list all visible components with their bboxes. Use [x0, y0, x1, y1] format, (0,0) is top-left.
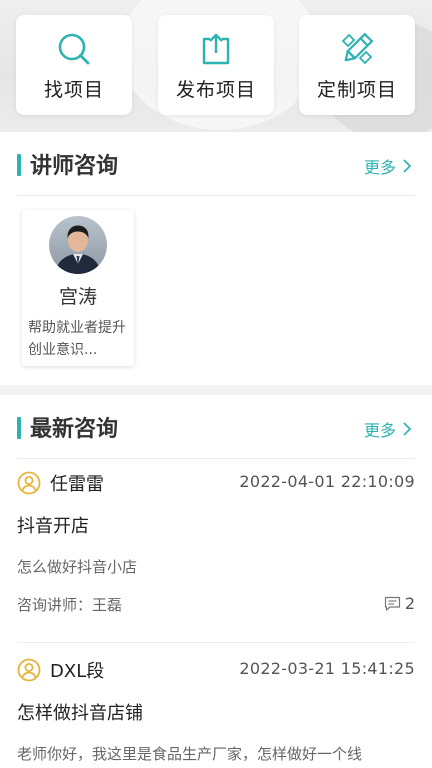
section-divider: [17, 195, 415, 196]
consultation-body: 老师你好，我这里是食品生产厂家，怎样做好一个线: [17, 745, 363, 763]
consultation-body: 怎么做好抖音小店: [17, 558, 138, 576]
lecturer-avatar: [49, 216, 107, 274]
consultation-time: 2022-03-21 15:41:25: [239, 659, 415, 678]
lecturer-section-header: 讲师咨询 更多: [0, 132, 432, 196]
publish-project-button[interactable]: 发布项目: [158, 15, 274, 115]
latest-section-header: 最新咨询 更多: [0, 395, 432, 459]
consultation-user-row: DXL段 2022-03-21 15:41:25: [17, 657, 415, 683]
item-divider: [17, 642, 415, 643]
latest-more-link[interactable]: 更多: [364, 417, 412, 441]
chevron-right-icon: [403, 422, 412, 436]
section-accent-bar: [17, 417, 21, 439]
lecturer-more-label: 更多: [363, 158, 396, 177]
top-banner: 找项目 发布项目 定制项目: [0, 0, 432, 132]
comment-icon: [384, 596, 400, 611]
consultation-lecturer-name: 王磊: [92, 596, 123, 614]
user-icon: [17, 471, 41, 495]
section-accent-bar: [17, 154, 21, 176]
section-gap: [0, 385, 432, 395]
comment-count-value: 2: [404, 594, 415, 613]
find-project-button[interactable]: 找项目: [16, 15, 132, 115]
custom-project-button[interactable]: 定制项目: [299, 15, 415, 115]
lecturer-more-link[interactable]: 更多: [364, 154, 412, 178]
find-project-label: 找项目: [43, 79, 104, 101]
section-divider: [17, 458, 415, 459]
lecturer-section-title: 讲师咨询: [30, 154, 119, 179]
lecturer-card[interactable]: 宫涛 帮助就业者提升创业意识...: [22, 210, 134, 366]
lecturer-name: 宫涛: [58, 286, 97, 308]
publish-project-label: 发布项目: [175, 79, 256, 101]
lecturer-description: 帮助就业者提升创业意识...: [28, 320, 126, 358]
comment-count: 2: [384, 594, 415, 613]
pencil-icon: [341, 32, 374, 65]
consultation-meta: 咨询讲师：王磊 2: [17, 594, 415, 618]
latest-more-label: 更多: [363, 421, 396, 440]
consultation-lecturer-label: 咨询讲师：: [17, 596, 93, 614]
consultation-time: 2022-04-01 22:10:09: [239, 472, 415, 491]
consultation-title: 抖音开店: [17, 516, 89, 537]
search-icon: [58, 33, 90, 65]
consultation-user-name: DXL段: [50, 661, 105, 682]
consultation-title: 怎样做抖音店铺: [17, 703, 143, 724]
custom-project-label: 定制项目: [316, 79, 397, 101]
consultation-item[interactable]: 任雷雷 2022-04-01 22:10:09 抖音开店 怎么做好抖音小店 咨询…: [17, 470, 415, 645]
user-icon: [17, 658, 41, 682]
consultation-user-row: 任雷雷 2022-04-01 22:10:09: [17, 470, 415, 496]
consultation-user-name: 任雷雷: [50, 474, 104, 495]
upload-icon: [202, 33, 230, 65]
chevron-right-icon: [403, 159, 412, 173]
consultation-item[interactable]: DXL段 2022-03-21 15:41:25 怎样做抖音店铺 老师你好，我这…: [17, 657, 415, 768]
latest-section-title: 最新咨询: [30, 417, 119, 442]
